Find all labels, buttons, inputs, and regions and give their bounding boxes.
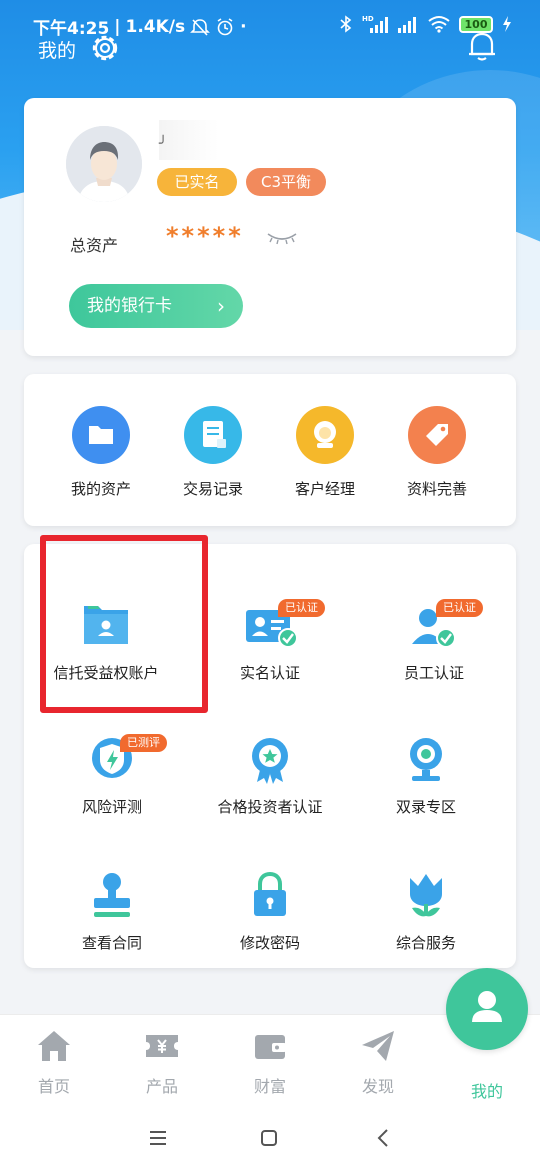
service-label: 修改密码 [239, 934, 300, 952]
service-label: 风险评测 [81, 798, 142, 816]
user-icon [472, 991, 502, 1022]
tab-discover[interactable]: 发现 [324, 1029, 432, 1097]
alarm-off-icon [190, 18, 211, 36]
status-dot: · [240, 16, 247, 37]
quick-action-label: 资料完善 [406, 480, 467, 498]
service-general-services[interactable]: 综合服务 [344, 870, 508, 953]
certified-tag: 已认证 [436, 599, 483, 617]
notification-bell-icon[interactable] [464, 28, 500, 64]
tag-icon [408, 406, 466, 464]
menu-icon[interactable] [148, 1130, 168, 1146]
webcam-icon [396, 734, 456, 786]
back-icon[interactable] [376, 1128, 390, 1148]
highlight-box [40, 535, 208, 713]
home-square-icon[interactable] [260, 1129, 278, 1147]
service-employee-auth[interactable]: 员工认证 [352, 600, 516, 683]
service-label: 实名认证 [239, 664, 300, 682]
status-speed: 1.4K/s [125, 16, 186, 37]
quick-action-transactions[interactable]: 交易记录 [163, 406, 263, 499]
tab-me-label: 我的 [470, 1082, 503, 1101]
tab-home[interactable]: 首页 [0, 1029, 108, 1097]
manager-icon [296, 406, 354, 464]
service-dual-recording[interactable]: 双录专区 [344, 734, 508, 817]
tab-me[interactable] [446, 968, 528, 1050]
total-assets-value: ***** [166, 222, 244, 250]
tulip-icon [396, 870, 456, 922]
service-label: 合格投资者认证 [217, 798, 323, 816]
wallet-icon [255, 1035, 286, 1059]
avatar[interactable] [66, 126, 142, 202]
tab-wealth[interactable]: 财富 [216, 1029, 324, 1097]
total-assets-label: 总资产 [70, 236, 119, 255]
user-name-masked: ╯ [159, 120, 219, 160]
tab-label: 产品 [145, 1077, 178, 1096]
service-change-password[interactable]: 修改密码 [188, 870, 352, 953]
signal-hd-icon: HD [362, 15, 388, 33]
quick-action-label: 客户经理 [294, 480, 355, 498]
ticket-yuan-icon [146, 1035, 178, 1057]
lock-icon [240, 870, 300, 922]
quick-action-account-manager[interactable]: 客户经理 [275, 406, 375, 499]
quick-action-label: 交易记录 [182, 480, 243, 498]
system-nav-bar [0, 1106, 540, 1170]
service-risk-assessment[interactable]: 风险评测 [30, 734, 194, 817]
charging-icon [503, 16, 511, 32]
home-icon [38, 1031, 70, 1061]
quick-actions-card: 我的资产 交易记录 客户经理 资料完善 [24, 374, 516, 526]
my-bank-card-button[interactable]: 我的银行卡 › [69, 284, 243, 328]
chevron-right-icon: › [217, 294, 225, 318]
certified-tag: 已认证 [278, 599, 325, 617]
assessed-tag: 已测评 [120, 734, 167, 752]
service-label: 双录专区 [395, 798, 456, 816]
settings-gear-icon[interactable] [88, 31, 122, 65]
wifi-icon [428, 16, 450, 33]
user-avatar-icon [66, 126, 142, 202]
service-real-name-auth[interactable]: 实名认证 [188, 600, 352, 683]
risk-level-badge: C3平衡 [246, 168, 326, 196]
paper-plane-icon [362, 1031, 394, 1061]
verified-badge: 已实名 [157, 168, 237, 196]
eye-closed-icon[interactable] [266, 230, 298, 246]
tab-label: 财富 [253, 1077, 286, 1096]
alarm-clock-icon [217, 17, 233, 35]
page-title: 我的 [38, 40, 77, 62]
profile-card: ╯ 已实名 C3平衡 总资产 ***** 我的银行卡 › [24, 98, 516, 356]
service-view-contract[interactable]: 查看合同 [30, 870, 194, 953]
quick-action-label: 我的资产 [70, 480, 131, 498]
service-label: 员工认证 [403, 664, 464, 682]
bluetooth-icon [340, 15, 352, 33]
user-name-prefix: ╯ [159, 136, 168, 152]
folder-icon [72, 406, 130, 464]
service-label: 查看合同 [81, 934, 142, 952]
signal-icon [398, 17, 416, 33]
status-bar: 下午4:25 | 1.4K/s · HD 100 [0, 10, 540, 39]
hd-text: HD [362, 15, 374, 23]
bank-card-label: 我的银行卡 [87, 296, 172, 316]
document-icon [184, 406, 242, 464]
tab-products[interactable]: 产品 [108, 1029, 216, 1097]
stamp-icon [82, 870, 142, 922]
tab-label: 发现 [361, 1077, 394, 1096]
quick-action-my-assets[interactable]: 我的资产 [51, 406, 151, 499]
quick-action-complete-profile[interactable]: 资料完善 [387, 406, 487, 499]
service-label: 综合服务 [395, 934, 456, 952]
tab-label: 首页 [37, 1077, 70, 1096]
service-qualified-investor[interactable]: 合格投资者认证 [188, 734, 352, 817]
award-badge-icon [240, 734, 300, 786]
